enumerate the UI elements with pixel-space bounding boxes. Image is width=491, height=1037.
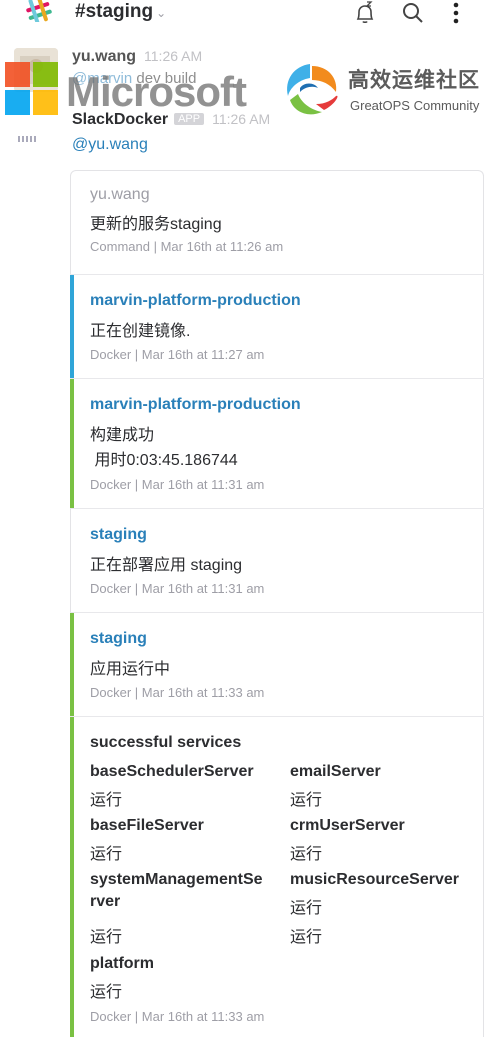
bot-avatar[interactable] <box>14 126 50 152</box>
attachment-title: successful services <box>90 734 242 751</box>
attachment-footer: Docker | Mar 16th at 11:31 am <box>90 477 265 492</box>
attachment-title: yu.wang <box>90 186 150 203</box>
attachment: successful services baseSchedulerServer … <box>70 716 484 1037</box>
field-title: systemManagementSe <box>90 871 263 888</box>
attachment-title[interactable]: marvin-platform-production <box>90 396 301 414</box>
message-header: SlackDocker APP 11:26 AM <box>72 111 270 129</box>
channel-name[interactable]: #staging ⌄ <box>75 1 166 23</box>
greatops-cn-text: 高效运维社区 <box>348 69 480 92</box>
microsoft-logo-icon <box>5 62 59 116</box>
field-value: 运行 <box>290 900 323 917</box>
field-value: 运行 <box>90 984 123 1001</box>
attachment: staging 应用运行中 Docker | Mar 16th at 11:33… <box>70 612 484 716</box>
attachment-title[interactable]: marvin-platform-production <box>90 292 301 310</box>
attachment-title[interactable]: staging <box>90 526 147 544</box>
greatops-watermark: 高效运维社区 GreatOPS Community <box>280 58 491 128</box>
attachment-title[interactable]: staging <box>90 630 147 648</box>
field-value: 运行 <box>290 792 323 809</box>
attachment-text: 更新的服务staging <box>90 216 222 233</box>
attachment: marvin-platform-production 正在创建镜像. Docke… <box>70 274 484 378</box>
field-title: baseSchedulerServer <box>90 763 254 780</box>
channel-header: #staging ⌄ <box>0 0 491 40</box>
field-title: musicResourceServer <box>290 871 459 888</box>
attachment-color-bar <box>70 613 74 716</box>
attachment-text: 应用运行中 <box>90 661 171 678</box>
attachment-footer: Docker | Mar 16th at 11:31 am <box>90 581 265 596</box>
attachment-footer: Docker | Mar 16th at 11:33 am <box>90 1009 265 1024</box>
microsoft-wordmark: Microsoft <box>66 68 247 115</box>
attachment-text: 构建成功 <box>90 427 155 444</box>
field-value: 运行 <box>90 846 123 863</box>
chevron-down-icon[interactable]: ⌄ <box>156 6 166 20</box>
field-value: 运行 <box>90 929 123 946</box>
attachment-text: 正在部署应用 staging <box>90 557 243 574</box>
greatops-logo-icon <box>287 64 338 115</box>
field-value: 运行 <box>290 846 323 863</box>
field-title: emailServer <box>290 763 381 780</box>
field-title: crmUserServer <box>290 817 405 834</box>
field-title: baseFileServer <box>90 817 204 834</box>
search-icon[interactable] <box>400 0 426 26</box>
field-title: platform <box>90 955 154 972</box>
attachment: marvin-platform-production 构建成功 用时0:03:4… <box>70 378 484 508</box>
slack-logo-icon[interactable] <box>22 0 56 22</box>
microsoft-watermark: Microsoft <box>0 48 280 118</box>
attachment-text: 用时0:03:45.186744 <box>90 452 238 469</box>
app-badge: APP <box>174 113 205 125</box>
attachment-color-bar <box>70 717 74 1037</box>
channel-title[interactable]: #staging <box>75 1 153 22</box>
attachment-footer: Command | Mar 16th at 11:26 am <box>90 239 284 254</box>
field-title: rver <box>90 893 121 910</box>
message-time: 11:26 AM <box>212 111 271 127</box>
attachment-color-bar <box>70 275 74 378</box>
attachment: yu.wang 更新的服务staging Command | Mar 16th … <box>70 170 484 274</box>
greatops-en-text: GreatOPS Community <box>350 98 480 113</box>
snooze-bell-icon[interactable] <box>352 0 378 26</box>
field-value: 运行 <box>90 792 123 809</box>
attachment: staging 正在部署应用 staging Docker | Mar 16th… <box>70 508 484 612</box>
more-vertical-icon[interactable] <box>443 0 469 26</box>
attachment-footer: Docker | Mar 16th at 11:27 am <box>90 347 265 362</box>
message-author[interactable]: SlackDocker <box>72 111 168 128</box>
mention-link[interactable]: @yu.wang <box>72 136 148 154</box>
attachment-text: 正在创建镜像. <box>90 323 191 340</box>
attachment-footer: Docker | Mar 16th at 11:33 am <box>90 685 265 700</box>
field-value: 运行 <box>290 929 323 946</box>
attachment-color-bar <box>70 379 74 508</box>
